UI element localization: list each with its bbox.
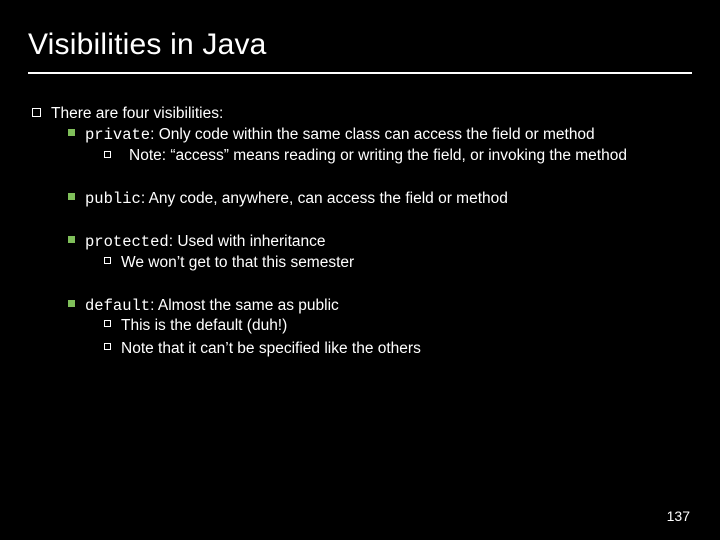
item-rest: : Almost the same as public xyxy=(150,297,339,314)
slide-title: Visibilities in Java xyxy=(28,28,692,70)
square-filled-icon xyxy=(68,193,75,200)
sub-text: We won’t get to that this semester xyxy=(121,253,692,274)
list-item: protected: Used with inheritance xyxy=(68,232,692,253)
slide-body: There are four visibilities: private: On… xyxy=(28,80,692,360)
square-open-small-icon xyxy=(104,151,111,158)
title-block: Visibilities in Java xyxy=(28,28,692,74)
sub-item: This is the default (duh!) xyxy=(104,316,692,337)
square-open-icon xyxy=(32,108,41,117)
square-filled-icon xyxy=(68,300,75,307)
bullet-intro: There are four visibilities: xyxy=(32,104,692,125)
square-open-small-icon xyxy=(104,257,111,264)
slide: Visibilities in Java There are four visi… xyxy=(0,0,720,540)
intro-text: There are four visibilities: xyxy=(51,104,692,125)
keyword-protected: protected xyxy=(85,233,169,251)
sub-text: This is the default (duh!) xyxy=(121,316,692,337)
sub-text: Note that it can’t be specified like the… xyxy=(121,339,692,360)
item-text: protected: Used with inheritance xyxy=(85,232,692,253)
item-rest: : Used with inheritance xyxy=(169,233,326,250)
item-rest: : Only code within the same class can ac… xyxy=(150,126,595,143)
list-item: private: Only code within the same class… xyxy=(68,125,692,146)
square-open-small-icon xyxy=(104,320,111,327)
sub-item: Note: “access” means reading or writing … xyxy=(104,146,692,167)
title-underline xyxy=(28,72,692,74)
item-text: public: Any code, anywhere, can access t… xyxy=(85,189,692,210)
sub-label: Note: “access” means reading or writing … xyxy=(129,147,627,164)
sub-item: We won’t get to that this semester xyxy=(104,253,692,274)
sub-text: Note: “access” means reading or writing … xyxy=(104,146,690,167)
list-item: public: Any code, anywhere, can access t… xyxy=(68,189,692,210)
page-number: 137 xyxy=(667,508,690,524)
keyword-default: default xyxy=(85,297,150,315)
square-filled-icon xyxy=(68,236,75,243)
keyword-private: private xyxy=(85,126,150,144)
sub-item: Note that it can’t be specified like the… xyxy=(104,339,692,360)
list-item: default: Almost the same as public xyxy=(68,296,692,317)
square-open-small-icon xyxy=(104,343,111,350)
keyword-public: public xyxy=(85,190,141,208)
item-text: default: Almost the same as public xyxy=(85,296,692,317)
square-filled-icon xyxy=(68,129,75,136)
item-rest: : Any code, anywhere, can access the fie… xyxy=(141,190,508,207)
item-text: private: Only code within the same class… xyxy=(85,125,692,146)
